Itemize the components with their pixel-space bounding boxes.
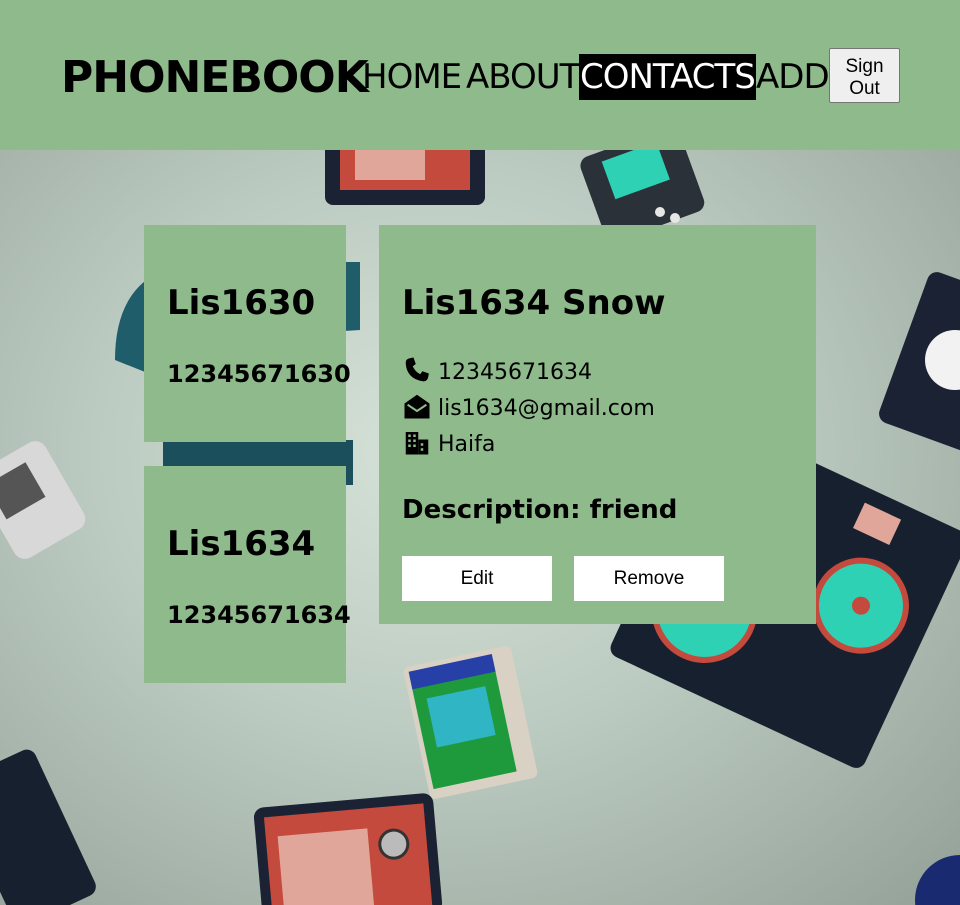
top-navigation-bar: PHONEBOOK HOME ABOUT CONTACTS ADD Sign O… xyxy=(0,0,960,150)
detail-city-row: Haifa xyxy=(402,425,495,457)
nav-add[interactable]: ADD xyxy=(756,54,830,100)
app-logo[interactable]: PHONEBOOK xyxy=(61,52,369,104)
building-icon xyxy=(405,432,429,455)
detail-name: Lis1634 Snow xyxy=(402,283,666,323)
detail-email-row: lis1634@gmail.com xyxy=(402,389,655,421)
detail-phone: 12345671634 xyxy=(438,360,592,385)
contact-name: Lis1634 xyxy=(167,524,316,564)
sign-out-label-line2: Out xyxy=(849,77,880,99)
contact-phone: 12345671634 xyxy=(167,601,351,629)
envelope-open-icon xyxy=(404,394,430,419)
contact-name: Lis1630 xyxy=(167,283,316,323)
detail-phone-row: 12345671634 xyxy=(402,353,592,385)
edit-button[interactable]: Edit xyxy=(402,556,552,601)
contact-detail-card: Lis1634 Snow 12345671634 lis1634@gmail.c… xyxy=(379,225,816,624)
contact-phone: 12345671630 xyxy=(167,360,351,388)
contact-card[interactable]: Lis1634 12345671634 xyxy=(144,466,351,683)
contact-card[interactable]: Lis1630 12345671630 xyxy=(144,225,351,442)
detail-email: lis1634@gmail.com xyxy=(438,396,655,421)
remove-button[interactable]: Remove xyxy=(574,556,724,601)
nav-about[interactable]: ABOUT xyxy=(466,54,580,100)
nav-contacts[interactable]: CONTACTS xyxy=(579,54,756,100)
detail-city: Haifa xyxy=(438,432,496,457)
sign-out-label-line1: Sign xyxy=(845,55,884,77)
nav-home[interactable]: HOME xyxy=(362,54,462,100)
sign-out-button[interactable]: Sign Out xyxy=(829,48,900,103)
detail-description: Description: friend xyxy=(402,495,678,525)
phone-icon xyxy=(405,357,429,382)
